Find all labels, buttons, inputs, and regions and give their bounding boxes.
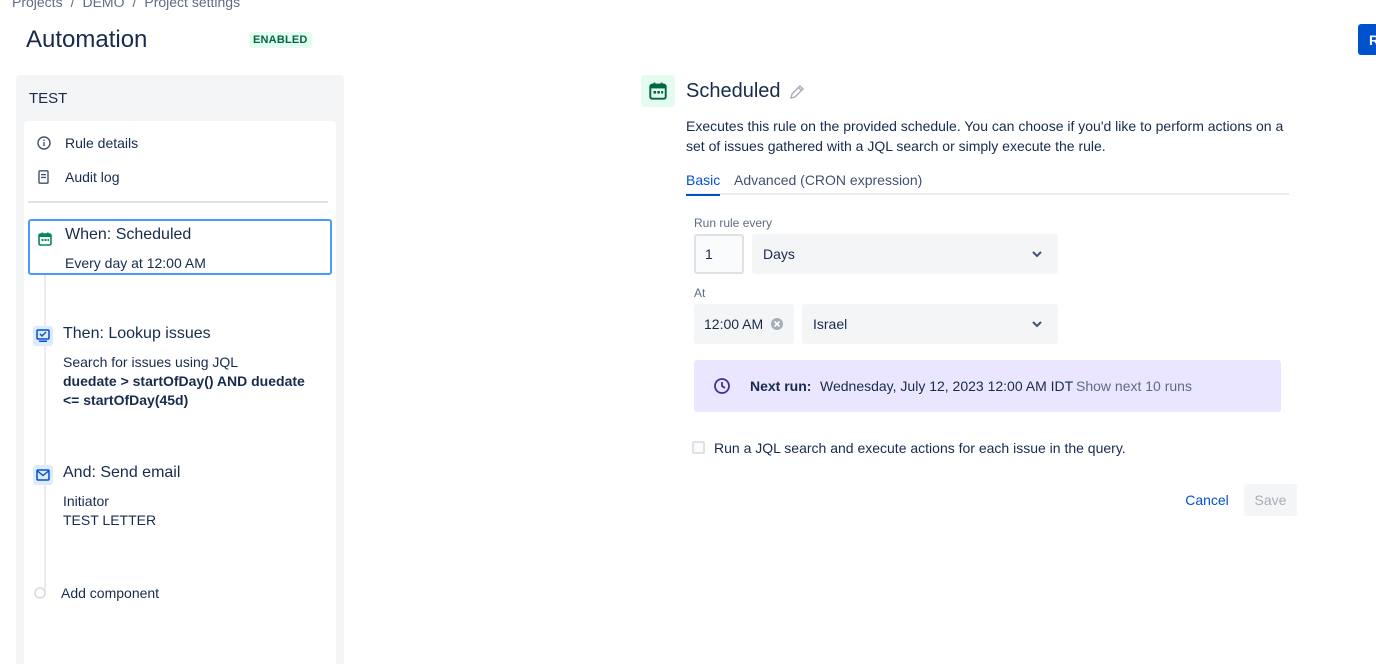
rule-name: TEST [29,90,68,107]
jql-search-checkbox-label[interactable]: Run a JQL search and execute actions for… [714,440,1126,456]
add-component-label: Add component [61,585,160,601]
chevron-down-icon [1032,321,1042,328]
action-component-lookup-issues[interactable]: Then: Lookup issues Search for issues us… [28,323,332,413]
jql-query-text: duedate > startOfDay() AND duedate <= st… [63,373,305,408]
breadcrumb-projects[interactable]: Projects [12,0,63,10]
add-component-button[interactable]: Add component [28,583,159,603]
interval-unit-value: Days [763,246,795,262]
email-icon [33,465,53,485]
save-button[interactable]: Save [1244,484,1297,516]
clear-icon[interactable] [770,317,784,331]
breadcrumb-separator: / [132,0,137,10]
trigger-title: When: Scheduled [65,226,192,243]
time-picker[interactable]: 12:00 AM [694,304,794,344]
at-label: At [694,286,706,300]
schedule-tabs: Basic Advanced (CRON expression) [686,170,1289,196]
action-summary: Search for issues using JQL [63,354,239,370]
document-icon [36,169,52,185]
page-title: Automation [26,26,148,53]
add-component-dot-icon [34,587,46,599]
interval-unit-select[interactable]: Days [752,234,1058,274]
timezone-select[interactable]: Israel [802,304,1058,344]
sidebar-divider [28,201,328,203]
component-description: Executes this rule on the provided sched… [686,118,1284,154]
lookup-icon [33,326,53,346]
calendar-icon [641,75,675,107]
breadcrumb: Projects / DEMO / Project settings [12,0,240,10]
tab-advanced-cron[interactable]: Advanced (CRON expression) [734,172,922,188]
email-recipient: Initiator [63,493,109,509]
top-right-button[interactable]: R [1358,24,1376,55]
next-run-label: Next run: [750,378,812,394]
info-icon [36,135,52,151]
clock-icon [714,378,730,394]
interval-value-input[interactable] [694,234,744,274]
tab-basic[interactable]: Basic [686,172,721,196]
audit-log-link[interactable]: Audit log [36,165,119,189]
chevron-down-icon [1032,251,1042,258]
component-timeline [44,266,46,591]
breadcrumb-separator: / [70,0,75,10]
calendar-icon [35,229,55,249]
status-badge: ENABLED [249,32,312,48]
email-title: And: Send email [63,464,181,481]
edit-pencil-icon[interactable] [788,83,806,101]
breadcrumb-project-settings[interactable]: Project settings [144,0,240,10]
trigger-summary: Every day at 12:00 AM [65,255,206,271]
action-component-send-email[interactable]: And: Send email Initiator TEST LETTER [28,462,332,532]
action-title: Then: Lookup issues [63,325,211,342]
rule-details-label: Rule details [65,135,139,151]
trigger-component-scheduled[interactable]: When: Scheduled Every day at 12:00 AM [28,219,332,275]
run-rule-every-label: Run rule every [694,216,773,230]
breadcrumb-project[interactable]: DEMO [82,0,124,10]
rule-sidebar: TEST Rule details Audit log When: Schedu… [16,75,344,664]
rule-components-panel: Rule details Audit log When: Scheduled E… [24,121,336,664]
next-run-banner: Next run: Wednesday, July 12, 2023 12:00… [694,360,1281,412]
show-next-runs-link[interactable]: Show next 10 runs [1076,378,1192,394]
time-value: 12:00 AM [704,316,764,332]
jql-search-checkbox[interactable] [692,441,705,454]
component-title: Scheduled [686,80,781,102]
rule-details-link[interactable]: Rule details [36,131,138,155]
cancel-button[interactable]: Cancel [1176,484,1238,516]
next-run-value: Wednesday, July 12, 2023 12:00 AM IDT [820,378,1074,394]
timezone-value: Israel [813,316,848,332]
email-subject: TEST LETTER [63,512,157,528]
audit-log-label: Audit log [65,169,120,185]
